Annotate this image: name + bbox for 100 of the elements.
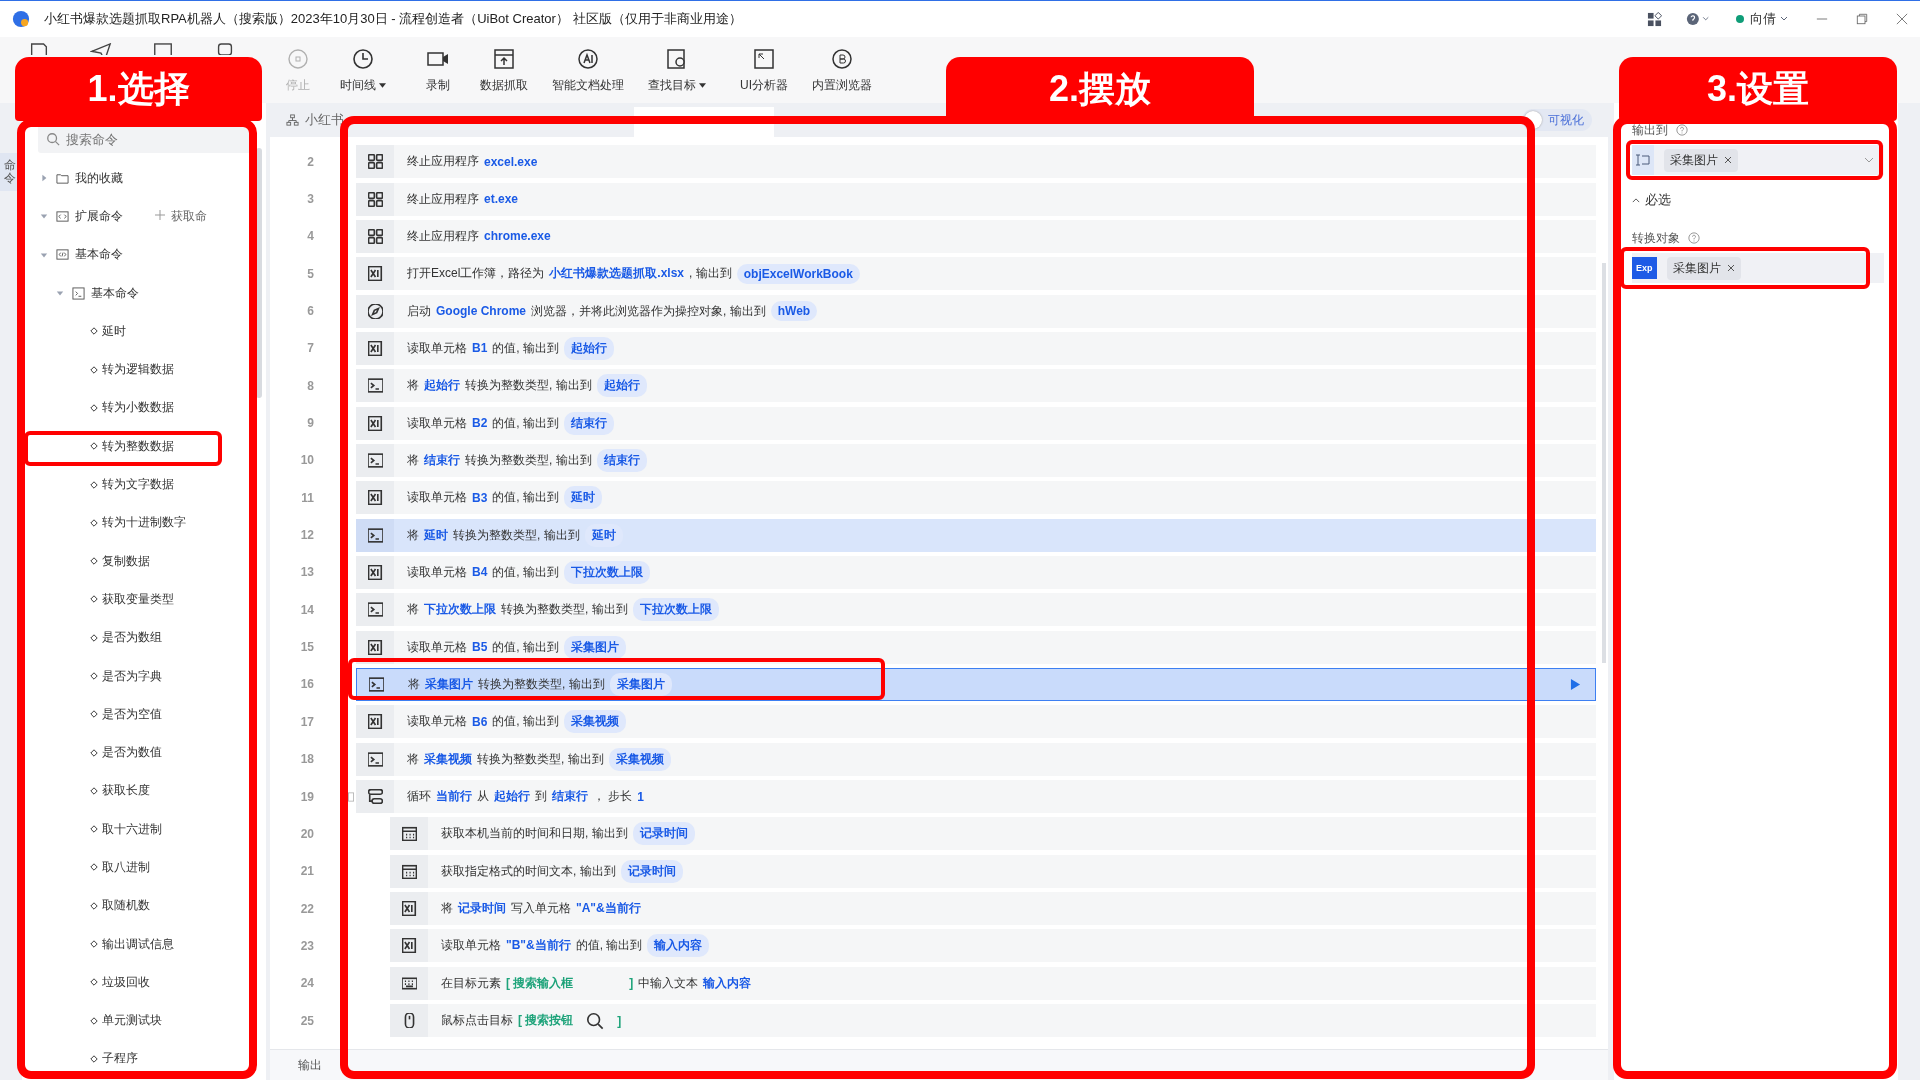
variable-name: 记录时间 [458, 900, 506, 918]
output-variable-tag[interactable]: 采集视频 [564, 710, 626, 734]
command-text: 转换为整数类型, 输出到 [477, 750, 604, 768]
command-row[interactable]: 启动 Google Chrome 浏览器，并将此浏览器作为操控对象, 输出到 hWeb [356, 294, 1596, 328]
line-number: 2 [306, 154, 314, 169]
variable-name: 小红书爆款选题抓取.xlsx [549, 265, 685, 283]
command-row[interactable]: 终止应用程序 chrome.exe [356, 219, 1596, 253]
command-row[interactable]: 将 采集图片 转换为整数类型, 输出到 采集图片 [356, 668, 1596, 701]
tree-item[interactable]: 是否为数值 [102, 744, 162, 762]
expression-field[interactable]: Exp 采集图片 [1632, 253, 1884, 283]
line-number: 11 [300, 490, 314, 505]
toolbar-button[interactable]: 智能文档处理 [540, 46, 636, 94]
output-variable-tag[interactable]: 采集图片 [564, 635, 626, 659]
command-row[interactable]: 读取单元格 B4 的值, 输出到 下拉次数上限 [356, 555, 1596, 589]
command-text: 读取单元格 [441, 937, 501, 955]
command-row[interactable]: 将 延时 转换为整数类型, 输出到 延时 [356, 518, 1596, 552]
command-row[interactable]: 终止应用程序 et.exe [356, 182, 1596, 216]
command-row[interactable]: 获取指定格式的时间文本, 输出到 记录时间 [390, 854, 1596, 888]
output-variable-tag[interactable]: objExcelWorkBook [736, 263, 860, 284]
output-variable-tag[interactable]: 结束行 [596, 448, 647, 472]
tree-item[interactable]: 单元测试块 [102, 1012, 162, 1030]
output-tab[interactable]: 输出 [298, 1056, 322, 1074]
editor-tab[interactable]: 小红书 [286, 111, 344, 129]
output-field[interactable]: 采集图片 [1632, 145, 1884, 175]
command-text: 中输入文本 [638, 974, 699, 992]
variable-chip[interactable]: 采集图片 [1666, 256, 1741, 280]
side-tab[interactable]: 命令 [0, 153, 20, 192]
tree-item[interactable]: 基本命令 [91, 284, 139, 302]
toolbar-button[interactable]: 内置浏览器 [800, 46, 884, 94]
output-variable-tag[interactable]: 延时 [564, 486, 602, 510]
tree-item[interactable]: 转为文字数据 [102, 476, 174, 493]
command-text: 的值, 输出到 [492, 339, 559, 357]
variable-chip[interactable]: 采集图片 [1664, 148, 1738, 172]
variable-name: chrome.exe [484, 229, 551, 244]
tree-item[interactable]: 转为十进制数字 [102, 514, 186, 532]
toolbar-button[interactable]: 时间线 [328, 46, 398, 94]
output-variable-tag[interactable]: 采集图片 [609, 673, 672, 696]
output-variable-tag[interactable]: hWeb [770, 301, 818, 322]
tree-item[interactable]: 取十六进制 [102, 820, 162, 838]
command-row[interactable]: 读取单元格 B3 的值, 输出到 延时 [356, 481, 1596, 515]
output-variable-tag[interactable]: 下拉次数上限 [632, 598, 719, 622]
command-row[interactable]: 将 起始行 转换为整数类型, 输出到 起始行 [356, 369, 1596, 403]
command-row[interactable]: 读取单元格 B2 的值, 输出到 结束行 [356, 406, 1596, 440]
tree-item[interactable]: 转为小数数据 [102, 399, 174, 417]
command-row[interactable]: 终止应用程序 excel.exe [356, 145, 1596, 179]
command-text: 的值, 输出到 [492, 563, 559, 581]
command-text: 终止应用程序 [407, 153, 479, 171]
tree-item[interactable]: 取八进制 [102, 859, 150, 876]
command-row[interactable]: 获取本机当前的时间和日期, 输出到 记录时间 [390, 817, 1596, 851]
command-row[interactable]: 打开Excel工作簿，路径为 小红书爆款选题抓取.xlsx , 输出到 objExcelWorkBook [356, 257, 1596, 291]
command-row[interactable]: 将 下拉次数上限 转换为整数类型, 输出到 下拉次数上限 [356, 593, 1596, 627]
get-commands-link[interactable]: 获取命 [155, 207, 207, 225]
command-row[interactable]: 读取单元格 "B"&当前行 的值, 输出到 输入内容 [390, 929, 1596, 963]
output-variable-tag[interactable]: 结束行 [564, 411, 614, 435]
command-row[interactable]: 将 记录时间 写入单元格 "A"&当前行 [390, 892, 1596, 926]
tree-item[interactable]: 取随机数 [102, 897, 150, 915]
command-text: 将 [407, 750, 419, 768]
tree-item[interactable]: 是否为数组 [102, 629, 162, 647]
output-variable-tag[interactable]: 记录时间 [620, 859, 683, 883]
command-text: 读取单元格 [407, 713, 467, 731]
output-variable-tag[interactable]: 输入内容 [647, 934, 710, 958]
output-variable-tag[interactable]: 延时 [584, 523, 623, 547]
tree-item[interactable]: 是否为空值 [102, 705, 162, 723]
tree-item[interactable]: 延时 [102, 322, 126, 340]
output-variable-tag[interactable]: 采集视频 [608, 747, 671, 771]
command-row[interactable]: 读取单元格 B1 的值, 输出到 起始行 [356, 331, 1596, 365]
tree-item[interactable]: 垃圾回收 [102, 973, 150, 991]
tree-item[interactable]: 复制数据 [102, 552, 150, 570]
line-number: 8 [306, 378, 314, 393]
line-number: 22 [299, 901, 314, 916]
toolbar-button[interactable]: 数据抓取 [468, 46, 540, 94]
command-row[interactable]: 将 采集视频 转换为整数类型, 输出到 采集视频 [356, 742, 1596, 776]
visual-toggle[interactable]: 可视化 [1522, 109, 1592, 131]
output-variable-tag[interactable]: 记录时间 [632, 822, 695, 846]
command-row[interactable]: 读取单元格 B6 的值, 输出到 采集视频 [356, 705, 1596, 739]
output-variable-tag[interactable]: 起始行 [564, 336, 614, 360]
output-variable-tag[interactable]: 起始行 [596, 374, 647, 398]
tree-item[interactable]: 基本命令 [75, 246, 123, 264]
variable-name: 当前行 [436, 788, 472, 805]
command-row[interactable]: 读取单元格 B5 的值, 输出到 采集图片 [356, 630, 1596, 664]
user-menu[interactable]: 向倩 [1750, 10, 1776, 28]
toolbar-button[interactable]: UI分析器 [728, 46, 800, 94]
tree-item[interactable]: 获取变量类型 [102, 590, 174, 608]
tree-item[interactable]: 我的收藏 [75, 169, 123, 187]
toolbar-button[interactable]: 查找目标 [636, 46, 718, 94]
command-text: 到 [535, 788, 547, 805]
tree-item[interactable]: 转为整数数据 [102, 437, 174, 455]
expression-badge[interactable]: Exp [1632, 257, 1657, 279]
tree-item[interactable]: 获取长度 [102, 782, 150, 800]
tree-item[interactable]: 子程序 [102, 1050, 138, 1068]
toolbar-button[interactable]: 录制 [408, 46, 468, 94]
command-row[interactable]: 循环 当前行 从 起始行 到 结束行 ， 步长 1 [356, 780, 1596, 813]
section-header[interactable]: 必选 [1632, 191, 1884, 209]
tree-item[interactable]: 转为逻辑数据 [102, 361, 174, 379]
output-variable-tag[interactable]: 下拉次数上限 [564, 560, 650, 584]
tree-item[interactable]: 输出调试信息 [102, 935, 174, 953]
tree-item[interactable]: 扩展命令 [75, 207, 123, 225]
command-row[interactable]: 将 结束行 转换为整数类型, 输出到 结束行 [356, 443, 1596, 477]
line-number: 16 [299, 677, 314, 692]
tree-item[interactable]: 是否为字典 [102, 667, 162, 685]
